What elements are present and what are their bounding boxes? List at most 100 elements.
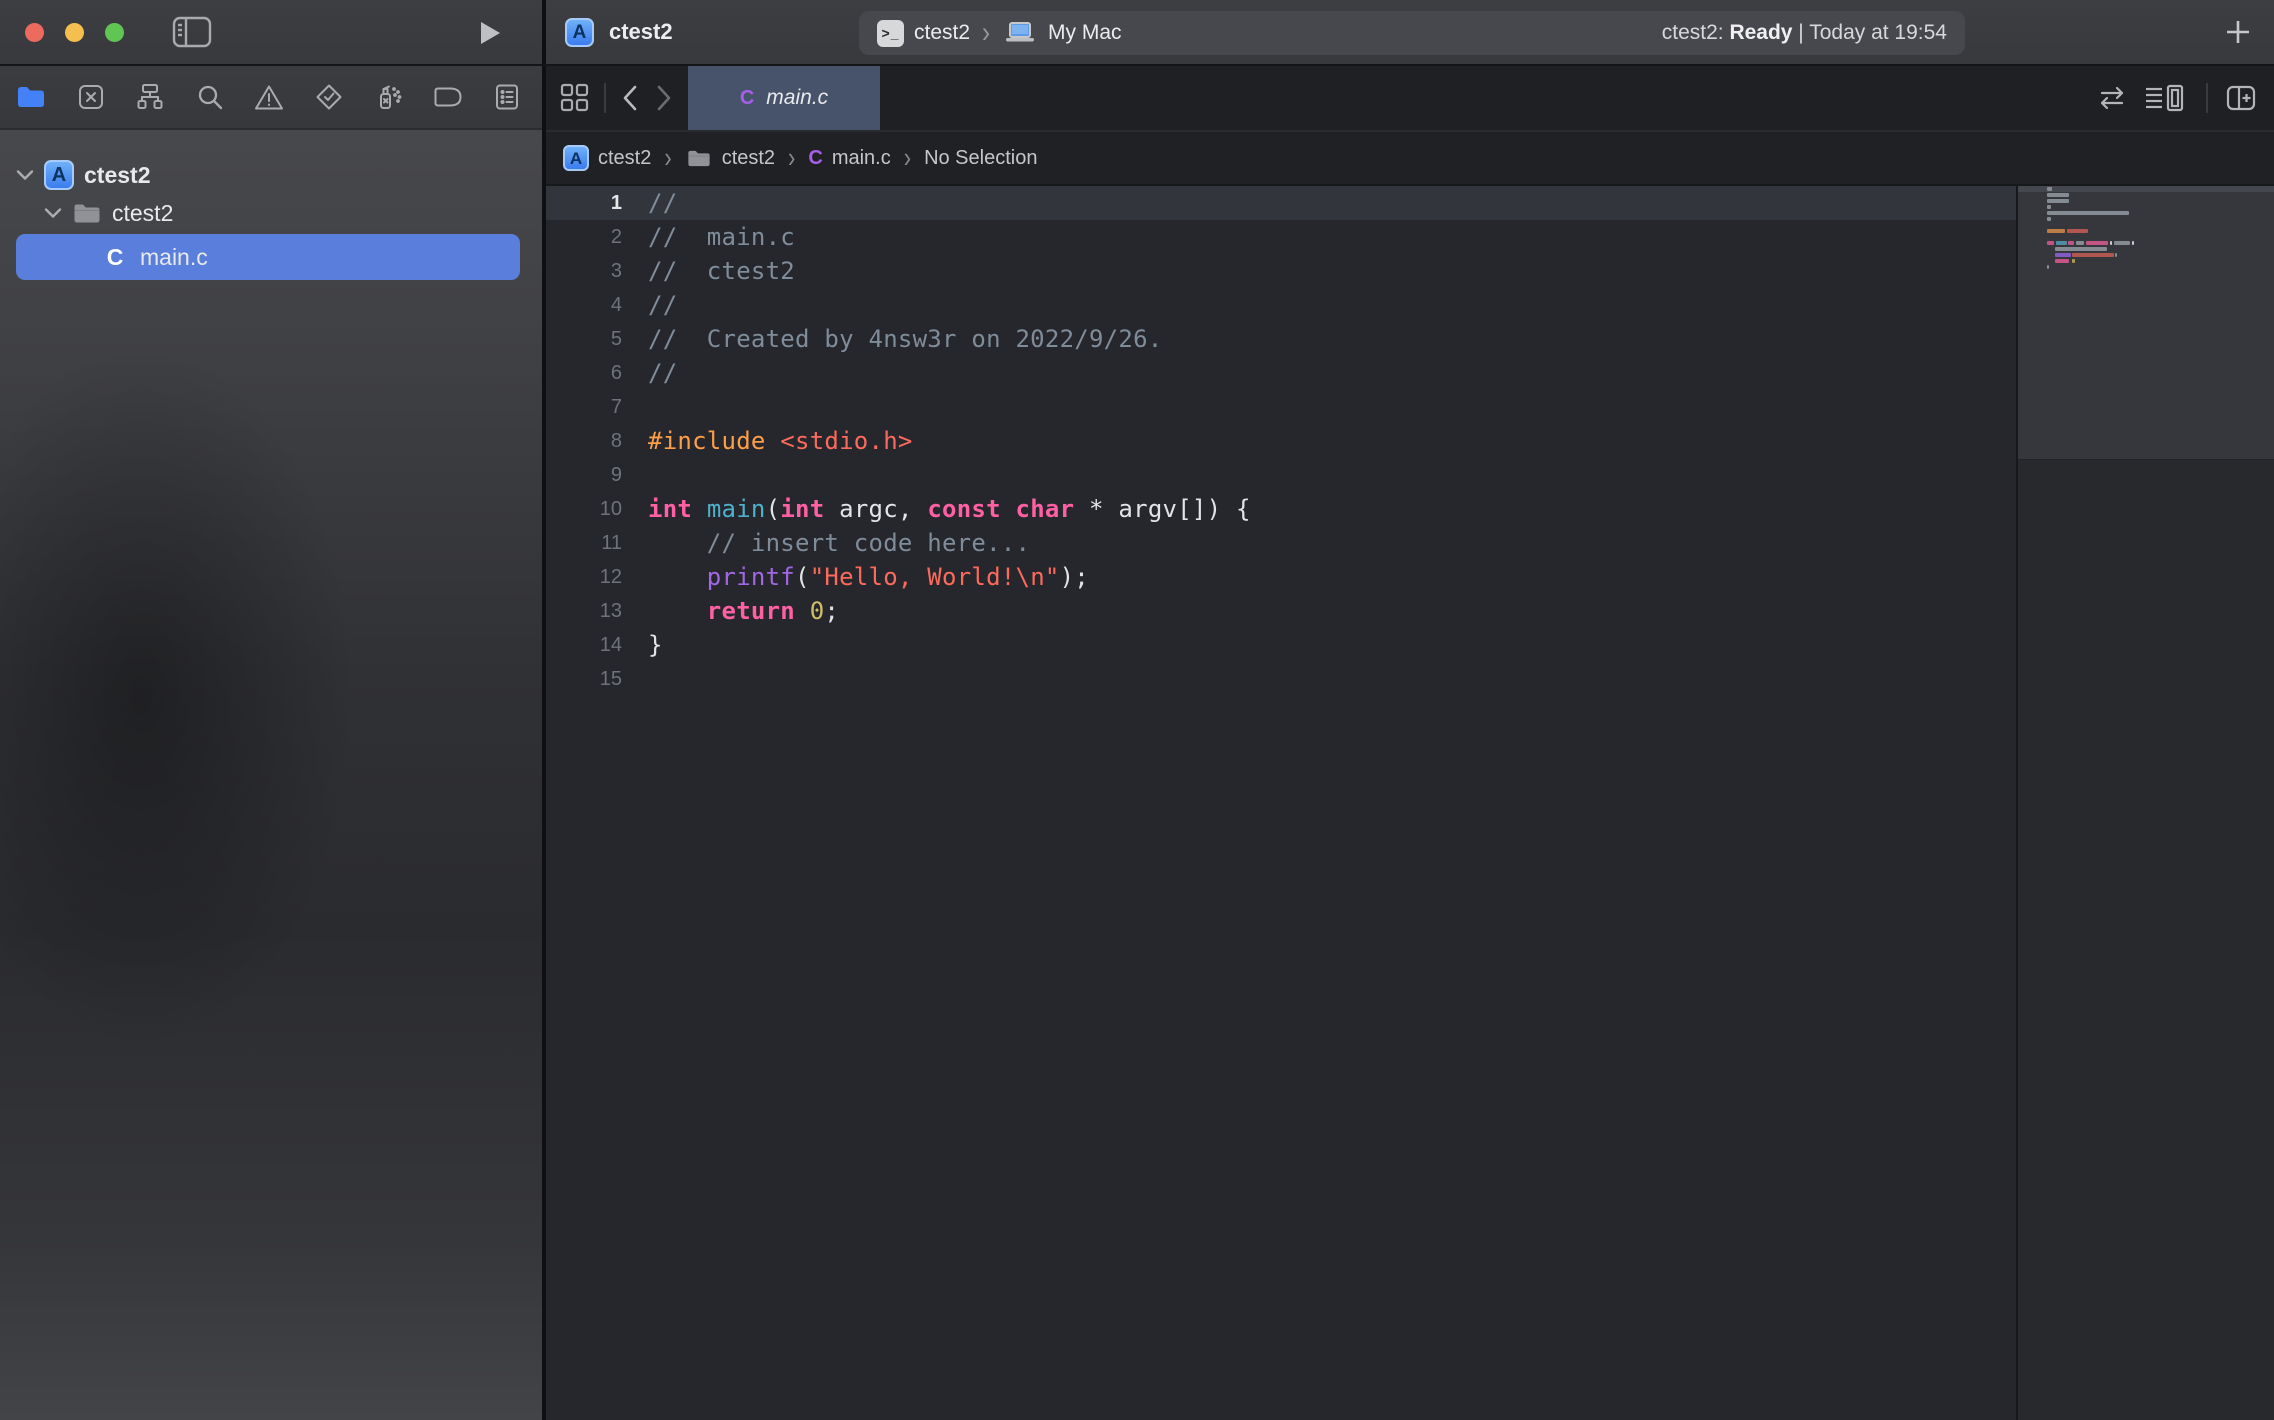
minimize-window-button[interactable] xyxy=(65,23,84,42)
code-line-8[interactable]: 8#include <stdio.h> xyxy=(546,424,2016,458)
close-window-button[interactable] xyxy=(25,23,44,42)
code-line-14[interactable]: 14} xyxy=(546,628,2016,662)
issue-navigator-icon[interactable] xyxy=(254,82,284,112)
code-line-9[interactable]: 9 xyxy=(546,458,2016,492)
code-text: // xyxy=(622,189,677,217)
report-navigator-icon[interactable] xyxy=(492,82,522,112)
c-file-icon: C xyxy=(740,87,754,110)
breadcrumb-label: main.c xyxy=(832,147,891,170)
sidebar-toggle-icon[interactable] xyxy=(172,16,212,48)
breadcrumb-chevron-icon: › xyxy=(788,141,795,175)
code-text: // xyxy=(622,291,677,319)
breadcrumb-item-no-selection[interactable]: No Selection xyxy=(924,147,1037,170)
zoom-window-button[interactable] xyxy=(105,23,124,42)
code-line-1[interactable]: 1// xyxy=(546,186,2016,220)
tree-item-ctest2[interactable]: ctest2 xyxy=(0,194,542,232)
code-line-4[interactable]: 4// xyxy=(546,288,2016,322)
project-navigator-icon[interactable] xyxy=(16,82,46,112)
run-destination[interactable]: My Mac xyxy=(1048,21,1122,45)
line-number: 1 xyxy=(546,192,622,215)
code-text: // xyxy=(622,359,677,387)
tree-item-label: main.c xyxy=(140,244,208,271)
changes-navigator-icon[interactable] xyxy=(76,82,106,112)
code-line-6[interactable]: 6// xyxy=(546,356,2016,390)
source-editor[interactable]: 1//2// main.c3// ctest24//5// Created by… xyxy=(546,186,2016,1420)
code-line-15[interactable]: 15 xyxy=(546,662,2016,696)
tab-main-c[interactable]: C main.c xyxy=(688,66,880,130)
app-icon: A xyxy=(563,145,589,171)
split-editor-icon[interactable] xyxy=(2226,85,2256,111)
folder-icon xyxy=(687,148,711,168)
code-line-7[interactable]: 7 xyxy=(546,390,2016,424)
tree-item-ctest2[interactable]: Actest2 xyxy=(0,156,542,194)
code-line-11[interactable]: 11 // insert code here... xyxy=(546,526,2016,560)
breadcrumb-label: No Selection xyxy=(924,147,1037,170)
code-line-5[interactable]: 5// Created by 4nsw3r on 2022/9/26. xyxy=(546,322,2016,356)
tab-label: main.c xyxy=(766,86,828,110)
tab-right-separator xyxy=(2206,83,2208,113)
run-button[interactable] xyxy=(478,20,502,46)
disclosure-chevron-icon[interactable] xyxy=(44,207,70,219)
scheme-name[interactable]: ctest2 xyxy=(914,21,970,45)
breadcrumb-chevron-icon: › xyxy=(664,141,671,175)
my-mac-icon xyxy=(1004,21,1036,45)
line-number: 2 xyxy=(546,226,622,249)
breadcrumb-item-main-c[interactable]: Cmain.c xyxy=(808,147,890,170)
code-text: int main(int argc, const char * argv[]) … xyxy=(622,495,1251,523)
code-line-12[interactable]: 12 printf("Hello, World!\n"); xyxy=(546,560,2016,594)
library-add-button[interactable] xyxy=(2224,18,2252,46)
tree-item-label: ctest2 xyxy=(112,200,173,227)
code-text: return 0; xyxy=(622,597,839,625)
navigator-sidebar: Actest2ctest2Cmain.c xyxy=(0,66,542,1420)
line-number: 4 xyxy=(546,294,622,317)
folder-icon xyxy=(70,202,104,225)
tab-overview-icon[interactable] xyxy=(560,83,590,113)
line-number: 6 xyxy=(546,362,622,385)
xcode-window: A ctest2 >_ ctest2 › My Mac ctest2: Read… xyxy=(0,0,2274,1420)
code-line-3[interactable]: 3// ctest2 xyxy=(546,254,2016,288)
test-navigator-icon[interactable] xyxy=(314,82,344,112)
breadcrumb-label: ctest2 xyxy=(722,147,775,170)
disclosure-chevron-icon[interactable] xyxy=(16,169,42,181)
symbol-navigator-icon[interactable] xyxy=(135,82,165,112)
breadcrumb-chevron-icon: › xyxy=(904,141,911,175)
jump-bar: Actest2 › ctest2 › Cmain.c › No Selection xyxy=(546,132,2274,186)
code-text: // Created by 4nsw3r on 2022/9/26. xyxy=(622,325,1162,353)
activity-view[interactable]: >_ ctest2 › My Mac ctest2: Ready | Today… xyxy=(859,11,1965,55)
breadcrumb-item-ctest2[interactable]: Actest2 xyxy=(563,145,651,171)
line-number: 13 xyxy=(546,600,622,623)
code-text: #include <stdio.h> xyxy=(622,427,913,455)
scheme-terminal-icon: >_ xyxy=(877,20,904,47)
line-number: 3 xyxy=(546,260,622,283)
minimap[interactable] xyxy=(2018,186,2274,1420)
project-title-group: A ctest2 xyxy=(565,18,673,47)
code-line-13[interactable]: 13 return 0; xyxy=(546,594,2016,628)
line-number: 15 xyxy=(546,668,622,691)
go-forward-button[interactable] xyxy=(654,83,674,113)
editor-options-icon[interactable] xyxy=(2144,84,2188,112)
editor-pane: C main.c xyxy=(546,66,2274,1420)
navigator-tab-strip xyxy=(0,66,542,130)
traffic-lights xyxy=(25,23,124,42)
toolbar-sidebar-zone xyxy=(0,0,542,64)
code-text: // insert code here... xyxy=(622,529,1030,557)
status-text: ctest2: Ready | Today at 19:54 xyxy=(1662,21,1947,45)
toolbar: A ctest2 >_ ctest2 › My Mac ctest2: Read… xyxy=(0,0,2274,66)
minimap-line-14 xyxy=(2018,264,2274,270)
tab-bar: C main.c xyxy=(546,66,2274,132)
find-navigator-icon[interactable] xyxy=(195,82,225,112)
breakpoint-navigator-icon[interactable] xyxy=(433,82,463,112)
toolbar-editor-zone: A ctest2 >_ ctest2 › My Mac ctest2: Read… xyxy=(546,0,2274,64)
line-number: 5 xyxy=(546,328,622,351)
line-number: 12 xyxy=(546,566,622,589)
go-back-button[interactable] xyxy=(620,83,640,113)
breadcrumb-item-ctest2[interactable]: ctest2 xyxy=(685,147,775,170)
tree-item-label: ctest2 xyxy=(84,162,150,189)
code-line-2[interactable]: 2// main.c xyxy=(546,220,2016,254)
code-line-10[interactable]: 10int main(int argc, const char * argv[]… xyxy=(546,492,2016,526)
debug-navigator-icon[interactable] xyxy=(373,82,403,112)
chevron-right-icon: › xyxy=(982,16,990,51)
tree-item-main.c[interactable]: Cmain.c xyxy=(16,234,520,280)
code-review-icon[interactable] xyxy=(2098,86,2126,110)
line-number: 11 xyxy=(546,532,622,555)
